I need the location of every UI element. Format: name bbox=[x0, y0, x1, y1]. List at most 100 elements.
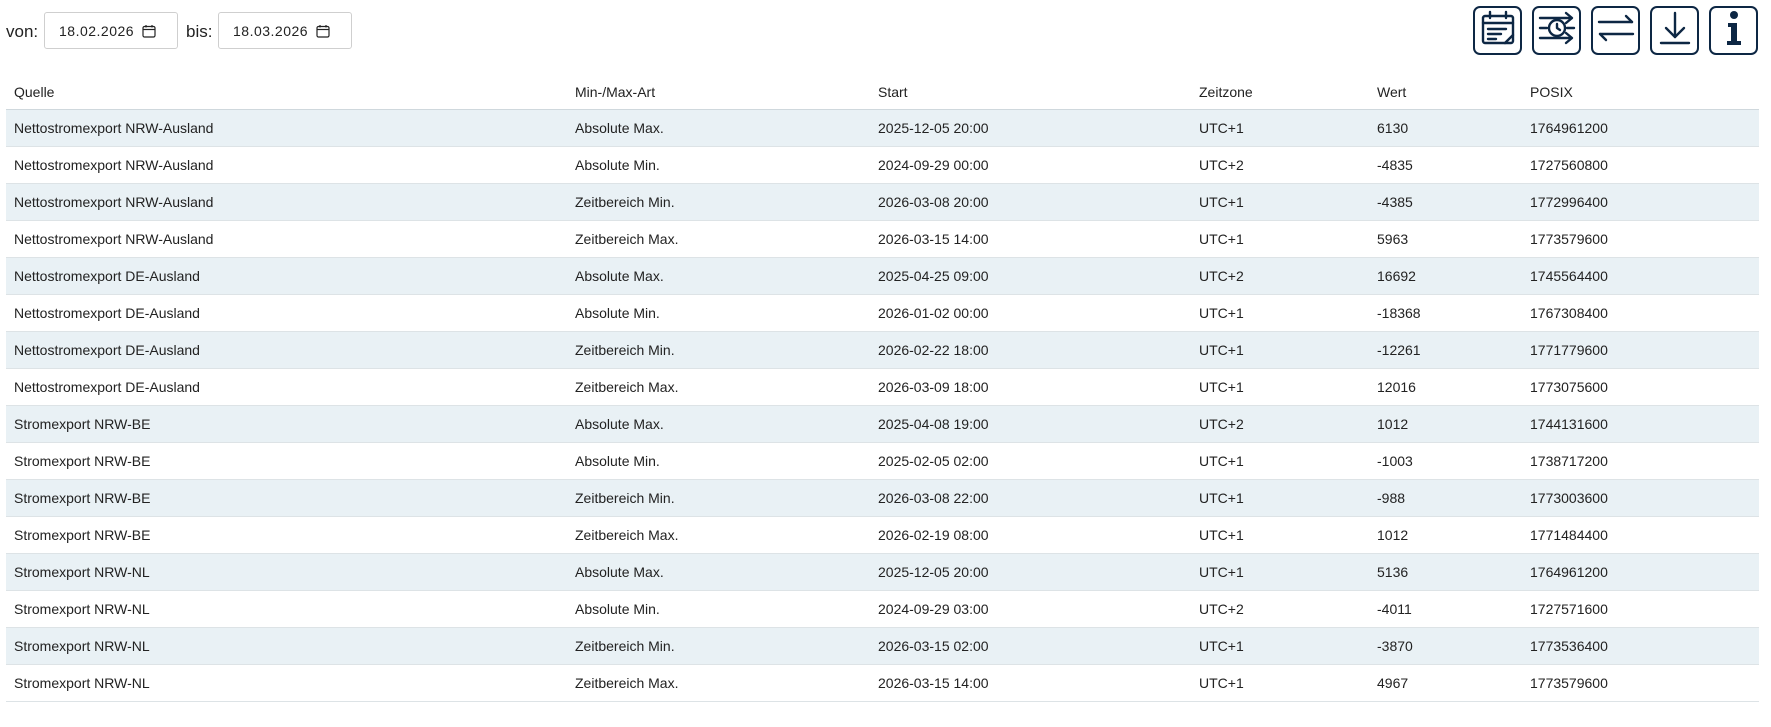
cell-zeitzone: UTC+1 bbox=[1191, 109, 1369, 147]
col-header-start[interactable]: Start bbox=[870, 74, 1191, 110]
cell-start: 2026-03-15 14:00 bbox=[870, 664, 1191, 702]
table-row[interactable]: Nettostromexport NRW-Ausland Zeitbereich … bbox=[6, 183, 1759, 221]
cell-wert: -4835 bbox=[1369, 146, 1522, 184]
table-row[interactable]: Nettostromexport DE-Ausland Zeitbereich M… bbox=[6, 331, 1759, 369]
info-button[interactable] bbox=[1709, 6, 1758, 55]
cell-start: 2026-01-02 00:00 bbox=[870, 294, 1191, 332]
cell-quelle: Stromexport NRW-BE bbox=[6, 442, 567, 480]
cell-posix: 1745564400 bbox=[1522, 257, 1759, 295]
download-icon bbox=[1656, 9, 1694, 52]
col-header-quelle[interactable]: Quelle bbox=[6, 74, 567, 110]
cell-wert: -12261 bbox=[1369, 331, 1522, 369]
table-row[interactable]: Nettostromexport NRW-Ausland Zeitbereich … bbox=[6, 220, 1759, 258]
cell-quelle: Nettostromexport DE-Ausland bbox=[6, 368, 567, 406]
cell-posix: 1771484400 bbox=[1522, 516, 1759, 554]
table-row[interactable]: Stromexport NRW-BE Absolute Min. 2025-02-0… bbox=[6, 442, 1759, 480]
from-date-value: 18.02.2026 bbox=[59, 22, 135, 39]
table-row[interactable]: Stromexport NRW-BE Zeitbereich Min. 2026-0… bbox=[6, 479, 1759, 517]
cell-quelle: Nettostromexport DE-Ausland bbox=[6, 331, 567, 369]
cell-wert: -4385 bbox=[1369, 183, 1522, 221]
cell-quelle: Nettostromexport DE-Ausland bbox=[6, 294, 567, 332]
to-label: bis: bbox=[186, 22, 213, 41]
cell-min-max-art: Absolute Max. bbox=[567, 405, 870, 443]
table-row[interactable]: Stromexport NRW-NL Absolute Min. 2024-09-2… bbox=[6, 590, 1759, 628]
cell-wert: 6130 bbox=[1369, 109, 1522, 147]
to-date-value: 18.03.2026 bbox=[233, 22, 309, 39]
cell-zeitzone: UTC+1 bbox=[1191, 479, 1369, 517]
from-label: von: bbox=[6, 22, 39, 41]
cell-posix: 1764961200 bbox=[1522, 553, 1759, 591]
cell-quelle: Nettostromexport NRW-Ausland bbox=[6, 146, 567, 184]
calendar-edit-icon bbox=[1479, 9, 1517, 52]
calendar-icon[interactable] bbox=[142, 24, 156, 38]
cell-min-max-art: Zeitbereich Min. bbox=[567, 331, 870, 369]
table-row[interactable]: Stromexport NRW-BE Zeitbereich Max. 2026-0… bbox=[6, 516, 1759, 554]
calendar-icon[interactable] bbox=[316, 24, 330, 38]
col-header-zeitzone[interactable]: Zeitzone bbox=[1191, 74, 1369, 110]
cell-min-max-art: Absolute Min. bbox=[567, 590, 870, 628]
table-row[interactable]: Stromexport NRW-NL Absolute Max. 2025-12-0… bbox=[6, 553, 1759, 591]
cell-wert: 1012 bbox=[1369, 516, 1522, 554]
table-row[interactable]: Nettostromexport NRW-Ausland Absolute Min… bbox=[6, 146, 1759, 184]
cell-zeitzone: UTC+1 bbox=[1191, 220, 1369, 258]
cell-start: 2024-09-29 00:00 bbox=[870, 146, 1191, 184]
cell-zeitzone: UTC+1 bbox=[1191, 516, 1369, 554]
cell-zeitzone: UTC+1 bbox=[1191, 331, 1369, 369]
cell-start: 2026-03-15 02:00 bbox=[870, 627, 1191, 665]
table-row[interactable]: Nettostromexport DE-Ausland Zeitbereich M… bbox=[6, 368, 1759, 406]
table-row[interactable]: Stromexport NRW-NL Zeitbereich Max. 2026-0… bbox=[6, 664, 1759, 702]
cell-zeitzone: UTC+2 bbox=[1191, 146, 1369, 184]
cell-start: 2024-09-29 03:00 bbox=[870, 590, 1191, 628]
cell-min-max-art: Zeitbereich Max. bbox=[567, 664, 870, 702]
table-row[interactable]: Stromexport NRW-BE Absolute Max. 2025-04-0… bbox=[6, 405, 1759, 443]
cell-zeitzone: UTC+1 bbox=[1191, 368, 1369, 406]
cell-min-max-art: Absolute Min. bbox=[567, 294, 870, 332]
from-date-input[interactable]: 18.02.2026 bbox=[44, 12, 178, 49]
swap-button[interactable] bbox=[1591, 6, 1640, 55]
col-header-posix[interactable]: POSIX bbox=[1522, 74, 1759, 110]
cell-posix: 1771779600 bbox=[1522, 331, 1759, 369]
cell-min-max-art: Zeitbereich Min. bbox=[567, 183, 870, 221]
cell-posix: 1738717200 bbox=[1522, 442, 1759, 480]
calendar-edit-button[interactable] bbox=[1473, 6, 1522, 55]
cell-min-max-art: Absolute Max. bbox=[567, 109, 870, 147]
cell-posix: 1744131600 bbox=[1522, 405, 1759, 443]
results-table: Quelle Min-/Max-Art Start Zeitzone Wert POSIX… bbox=[6, 74, 1759, 702]
cell-min-max-art: Zeitbereich Max. bbox=[567, 516, 870, 554]
cell-wert: 1012 bbox=[1369, 405, 1522, 443]
cell-min-max-art: Absolute Max. bbox=[567, 553, 870, 591]
table-row[interactable]: Nettostromexport DE-Ausland Absolute Min.… bbox=[6, 294, 1759, 332]
swap-arrows-icon bbox=[1596, 10, 1636, 51]
col-header-min-max-art[interactable]: Min-/Max-Art bbox=[567, 74, 870, 110]
cell-posix: 1773536400 bbox=[1522, 627, 1759, 665]
cell-quelle: Nettostromexport DE-Ausland bbox=[6, 257, 567, 295]
to-date-input[interactable]: 18.03.2026 bbox=[218, 12, 352, 49]
cell-posix: 1773003600 bbox=[1522, 479, 1759, 517]
table-row[interactable]: Nettostromexport DE-Ausland Absolute Max.… bbox=[6, 257, 1759, 295]
cell-start: 2026-02-19 08:00 bbox=[870, 516, 1191, 554]
cell-zeitzone: UTC+2 bbox=[1191, 257, 1369, 295]
cell-start: 2025-02-05 02:00 bbox=[870, 442, 1191, 480]
timezone-switch-button[interactable] bbox=[1532, 6, 1581, 55]
cell-posix: 1764961200 bbox=[1522, 109, 1759, 147]
cell-zeitzone: UTC+2 bbox=[1191, 405, 1369, 443]
cell-min-max-art: Zeitbereich Max. bbox=[567, 368, 870, 406]
cell-start: 2026-03-15 14:00 bbox=[870, 220, 1191, 258]
cell-start: 2025-04-08 19:00 bbox=[870, 405, 1191, 443]
cell-min-max-art: Absolute Max. bbox=[567, 257, 870, 295]
table-row[interactable]: Stromexport NRW-NL Zeitbereich Min. 2026-0… bbox=[6, 627, 1759, 665]
table-row[interactable]: Nettostromexport NRW-Ausland Absolute Max… bbox=[6, 109, 1759, 147]
cell-start: 2026-02-22 18:00 bbox=[870, 331, 1191, 369]
cell-wert: -1003 bbox=[1369, 442, 1522, 480]
cell-wert: 5963 bbox=[1369, 220, 1522, 258]
cell-posix: 1772996400 bbox=[1522, 183, 1759, 221]
cell-quelle: Nettostromexport NRW-Ausland bbox=[6, 183, 567, 221]
info-icon bbox=[1719, 8, 1749, 53]
download-button[interactable] bbox=[1650, 6, 1699, 55]
cell-start: 2026-03-09 18:00 bbox=[870, 368, 1191, 406]
col-header-wert[interactable]: Wert bbox=[1369, 74, 1522, 110]
cell-quelle: Nettostromexport NRW-Ausland bbox=[6, 109, 567, 147]
cell-quelle: Stromexport NRW-BE bbox=[6, 405, 567, 443]
cell-zeitzone: UTC+1 bbox=[1191, 627, 1369, 665]
cell-min-max-art: Zeitbereich Max. bbox=[567, 220, 870, 258]
